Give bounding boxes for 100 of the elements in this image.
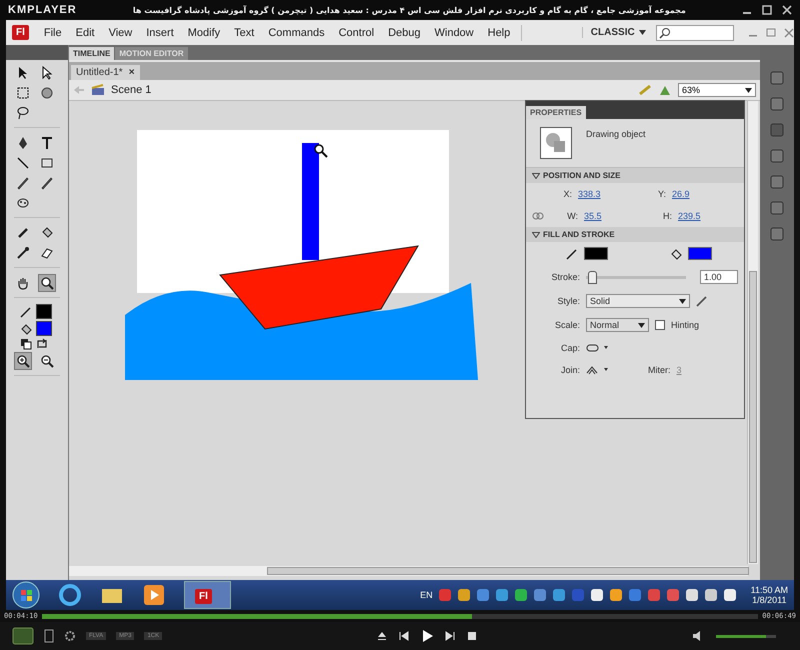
color-swatch[interactable] <box>36 304 52 319</box>
lasso-icon <box>16 106 30 120</box>
line-icon <box>16 156 30 170</box>
tool-button[interactable] <box>38 274 56 292</box>
stroke-label: Stroke: <box>550 272 580 282</box>
media-player-icon[interactable] <box>142 583 166 607</box>
caret-icon <box>638 30 646 35</box>
collapse-triangle-icon <box>532 172 540 178</box>
y-value[interactable]: 26.9 <box>672 189 714 199</box>
eject-icon[interactable] <box>376 630 388 642</box>
tray-icon[interactable] <box>684 588 699 602</box>
seek-bar-progress[interactable] <box>42 614 472 618</box>
tray-icon[interactable] <box>590 588 604 602</box>
hinting-label: Hinting <box>671 320 700 330</box>
panel-tab[interactable]: TIMELINE <box>69 47 114 60</box>
color-swatch[interactable] <box>688 247 712 260</box>
volume-level[interactable] <box>716 634 766 638</box>
width-value[interactable]: 35.5 <box>584 211 626 221</box>
tray-icon[interactable] <box>608 588 623 602</box>
scale-label: Scale: <box>554 320 580 330</box>
height-value[interactable]: 239.5 <box>678 211 720 221</box>
play-icon[interactable] <box>420 629 434 643</box>
tray-icon[interactable] <box>704 588 718 602</box>
menu-item[interactable]: Window <box>428 26 481 38</box>
scale-dropdown[interactable]: Normal <box>586 318 649 332</box>
menu-item[interactable]: Insert <box>139 26 181 38</box>
caret-icon <box>679 298 686 304</box>
document-tab[interactable]: Untitled-1* × <box>71 65 140 80</box>
menu-item[interactable]: Text <box>227 26 262 38</box>
workspace-dropdown[interactable]: CLASSIC <box>582 27 646 38</box>
playlist-icon[interactable] <box>44 629 54 643</box>
horizontal-scrollbar[interactable] <box>69 566 748 576</box>
caret-icon <box>638 322 645 328</box>
caret-icon <box>745 88 752 92</box>
close-icon[interactable] <box>782 5 792 15</box>
lock-ratio-icon[interactable] <box>532 211 544 221</box>
menu-item[interactable]: Control <box>332 26 382 38</box>
zoom-dropdown[interactable]: 63% <box>678 83 756 97</box>
video-title: مجموعه آموزشی جامع ، گام به گام و کاربردی نرم افزار فلش سی اس ۴ مدرس : سعید هدایی ( تیچرمن ) گروه آموزشی پادشاه گرافیست ها <box>132 6 687 14</box>
color-swatch[interactable] <box>584 247 608 260</box>
tray-icon[interactable] <box>514 588 528 602</box>
menu-item[interactable]: View <box>102 26 140 38</box>
vertical-scrollbar[interactable] <box>747 101 758 564</box>
stop-icon[interactable] <box>466 630 478 642</box>
hinting-checkbox[interactable] <box>655 320 665 330</box>
dashed-square-icon <box>16 86 30 100</box>
default-colors-icon[interactable] <box>20 338 32 350</box>
x-label: X: <box>562 189 572 199</box>
start-button[interactable] <box>12 581 40 609</box>
zoom-icon <box>40 276 54 290</box>
menu-item[interactable]: Commands <box>261 26 332 38</box>
drawing-object-icon <box>540 127 572 159</box>
miter-label: Miter: <box>648 365 670 375</box>
stroke-width-field[interactable]: 1.00 <box>700 270 738 284</box>
sphere-icon <box>40 86 54 100</box>
object-type-label: Drawing object <box>586 128 646 141</box>
style-dropdown[interactable]: Solid <box>586 294 690 308</box>
panel-tab[interactable]: PROPERTIES <box>526 106 586 119</box>
swap-colors-icon[interactable] <box>36 338 48 350</box>
text-tool-icon <box>40 136 54 150</box>
app-logo: Fl <box>12 25 29 40</box>
hand-icon <box>16 276 30 290</box>
previous-icon[interactable] <box>398 630 410 642</box>
hollow-arrow-icon <box>40 66 54 80</box>
cap-label: Cap: <box>560 343 580 353</box>
menu-item[interactable]: File <box>36 26 69 38</box>
taskbar-app-button[interactable]: Fl <box>184 581 231 609</box>
eraser-icon <box>40 246 54 260</box>
language-indicator[interactable]: EN <box>420 590 433 600</box>
join-label: Join: <box>560 365 580 375</box>
clock-date: 1/8/2011 <box>752 595 786 605</box>
stroke-slider-thumb[interactable] <box>588 270 597 284</box>
rectangle-icon <box>40 156 54 170</box>
clock-time: 11:50 AM <box>750 585 788 595</box>
zoom-in-button[interactable] <box>14 352 32 370</box>
menu-item[interactable]: Modify <box>180 26 228 38</box>
height-label: H: <box>662 211 672 221</box>
search-icon <box>658 26 671 38</box>
scene-label[interactable]: Scene 1 <box>111 84 152 96</box>
zoom-out-icon <box>40 354 54 368</box>
y-label: Y: <box>656 189 666 199</box>
settings-icon[interactable] <box>64 630 76 642</box>
tray-icon[interactable] <box>722 588 737 602</box>
section-header[interactable]: POSITION AND SIZE <box>526 168 744 183</box>
menu-item[interactable]: Debug <box>381 26 428 38</box>
maximize-icon[interactable] <box>762 5 772 15</box>
menu-item[interactable]: Edit <box>68 26 102 38</box>
color-swatch[interactable] <box>36 321 52 336</box>
search-field[interactable] <box>656 24 734 40</box>
x-value[interactable]: 338.3 <box>578 189 620 199</box>
clapperboard-icon <box>91 84 105 96</box>
section-header[interactable]: FILL AND STROKE <box>526 227 744 242</box>
eyedropper-icon <box>16 246 30 260</box>
tray-icon[interactable] <box>456 588 471 602</box>
player-logo: KMPLAYER <box>8 4 77 16</box>
style-label: Style: <box>556 296 580 306</box>
next-icon[interactable] <box>444 630 456 642</box>
panel-header-bar <box>6 45 68 60</box>
menu-item[interactable]: Help <box>480 26 518 38</box>
width-label: W: <box>566 211 578 221</box>
